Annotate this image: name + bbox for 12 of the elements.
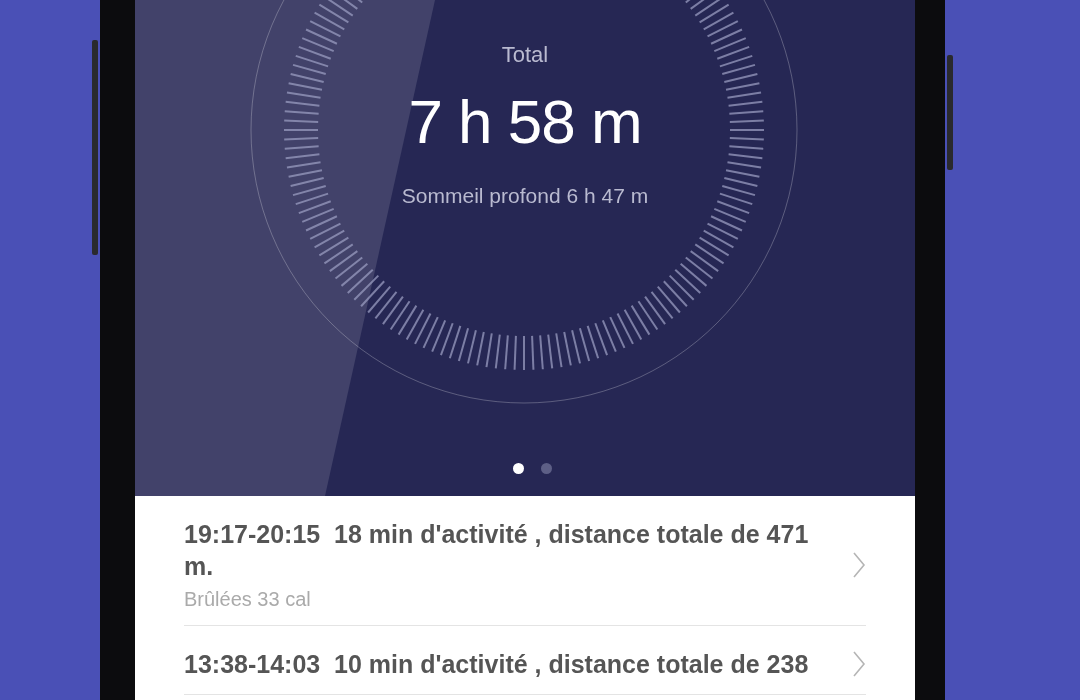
total-duration: 7 h 58 m [408,86,642,158]
activity-title: 13:38-14:03 10 min d'activité , distance totale de 238 [184,649,810,680]
deep-sleep-text: Sommeil profond 6 h 47 m [401,184,649,208]
chevron-icon [852,650,866,678]
page-dot[interactable] [541,463,552,474]
chevron-icon [852,550,866,579]
activity-title: 19:17-20:15 18 min d'activité , distance totale de 471 m. [184,519,810,582]
total-label: Total [501,42,549,68]
activity-row[interactable]: 19:17-20:15 18 min d'activité , distance totale de 471 m. Brûlées 33 cal [184,496,866,626]
calories-text: Brûlées 33 cal [184,588,312,611]
activity-row[interactable]: 13:38-14:03 10 min d'activité , distance totale de 238 [184,626,866,695]
page-dot[interactable] [513,463,524,474]
